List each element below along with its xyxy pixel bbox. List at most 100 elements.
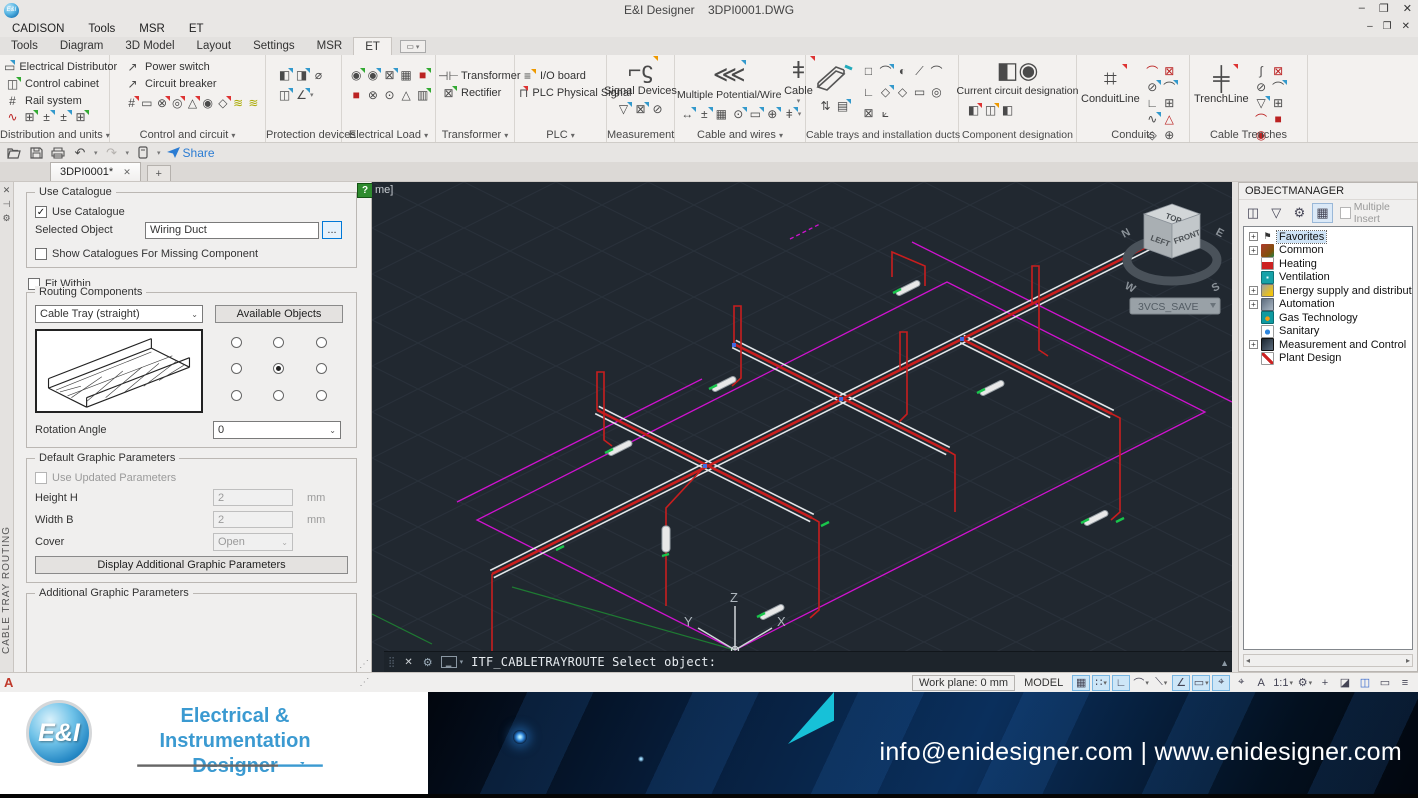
group-label[interactable]: Transformer ▾: [436, 129, 514, 141]
share-button[interactable]: Share: [167, 146, 215, 160]
antenna-icon[interactable]: [398, 87, 415, 103]
autocad-logo[interactable]: A: [4, 675, 13, 690]
filter-icon[interactable]: [1266, 203, 1286, 223]
undo-icon[interactable]: [72, 145, 88, 160]
insertion-point-mid-right[interactable]: [316, 363, 327, 374]
conduit-bend-icon[interactable]: [1144, 63, 1161, 79]
cable-gland-icon[interactable]: [764, 106, 781, 122]
terminal-icon[interactable]: [215, 95, 230, 111]
new-tab-button[interactable]: +: [147, 165, 171, 181]
print-icon[interactable]: [50, 145, 66, 160]
insertion-point-bottom-right[interactable]: [316, 390, 327, 401]
signal-devices-button[interactable]: ⌐ϛ Signal Devices: [609, 55, 672, 97]
use-catalogue-checkbox[interactable]: [35, 206, 47, 218]
tab-msr[interactable]: MSR: [306, 37, 354, 55]
grid-display-toggle[interactable]: [1072, 675, 1090, 691]
doc-minimize-button[interactable]: –: [1367, 21, 1373, 32]
undo-dropdown-icon[interactable]: ▾: [94, 149, 98, 157]
save-icon[interactable]: [28, 145, 44, 160]
polar-tracking-toggle[interactable]: ⌒▾: [1132, 675, 1150, 691]
isodraft-toggle[interactable]: ⟍▾: [1152, 675, 1170, 691]
splitter-grip[interactable]: ⋰: [359, 677, 369, 688]
current-circuit-designation-button[interactable]: ◧◉ Current circuit designation: [961, 55, 1074, 97]
drawing-viewport[interactable]: Z Y X N W S E TOP LEFT FRONT 3VC: [372, 182, 1232, 672]
tree-item-favorites[interactable]: + ⚑ Favorites: [1246, 230, 1410, 244]
command-window-icon[interactable]: ▁: [441, 656, 457, 668]
trench-pipe-icon[interactable]: [1253, 79, 1270, 95]
redo-icon[interactable]: [104, 145, 120, 160]
doc-close-button[interactable]: ✕: [1402, 21, 1410, 32]
relay-icon[interactable]: [185, 95, 200, 111]
palette-properties-icon[interactable]: ⚙: [0, 213, 13, 224]
wire-group-icon[interactable]: [246, 95, 261, 111]
group-label[interactable]: Control and circuit ▾: [110, 129, 265, 141]
command-scroll-up-icon[interactable]: ▲: [1220, 658, 1229, 668]
voltmeter-icon[interactable]: [615, 101, 632, 117]
tree-item-common[interactable]: + Common: [1246, 244, 1410, 258]
tab-diagram[interactable]: Diagram: [49, 37, 114, 55]
annotation-scale-button[interactable]: 1:1▾: [1272, 675, 1294, 691]
vcs-save-button[interactable]: 3VCS_SAVE: [1130, 298, 1220, 314]
routing-type-select[interactable]: Cable Tray (straight) ⌄: [35, 305, 203, 323]
trench-cross-icon[interactable]: [1270, 95, 1287, 111]
tab-tools[interactable]: Tools: [0, 37, 49, 55]
palette-autohide-icon[interactable]: ⊣: [0, 199, 13, 210]
sensor-icon[interactable]: [649, 101, 666, 117]
transformer-button[interactable]: ⊣⊢Transformer: [440, 67, 510, 84]
insertion-point-bottom-left[interactable]: [231, 390, 242, 401]
insertion-point-top-right[interactable]: [316, 337, 327, 348]
tree-item-sanitary[interactable]: Sanitary: [1246, 325, 1410, 339]
use-catalogue-checkbox-row[interactable]: Use Catalogue: [35, 206, 348, 218]
display-additional-parameters-button[interactable]: Display Additional Graphic Parameters: [35, 556, 348, 574]
designation-1-icon[interactable]: [965, 102, 982, 118]
tray-bend-icon[interactable]: [877, 63, 894, 79]
available-objects-button[interactable]: Available Objects: [215, 305, 343, 323]
conduit-arc-icon[interactable]: [1161, 79, 1178, 95]
work-plane-indicator[interactable]: Work plane: 0 mm: [912, 675, 1015, 691]
object-manager-header[interactable]: OBJECTMANAGER: [1239, 183, 1417, 200]
tray-straight-icon[interactable]: [860, 63, 877, 79]
group-label[interactable]: Cable and wires ▾: [675, 129, 805, 141]
trench-branch-icon[interactable]: [1253, 95, 1270, 111]
close-button[interactable]: ✕: [1403, 2, 1412, 15]
designation-2-icon[interactable]: [982, 102, 999, 118]
tray-joint-icon[interactable]: [860, 105, 877, 121]
expander-icon[interactable]: +: [1249, 300, 1258, 309]
tray-corner-icon[interactable]: [860, 84, 877, 100]
snap-mode-toggle[interactable]: ∷▾: [1092, 675, 1110, 691]
isolate-objects-button[interactable]: [1336, 675, 1354, 691]
wire-connect-icon[interactable]: [679, 106, 696, 122]
insertion-point-top-left[interactable]: [231, 337, 242, 348]
open-file-icon[interactable]: [6, 145, 22, 160]
trench-elbow-icon[interactable]: [1253, 111, 1270, 127]
electrical-distributor-button[interactable]: Electrical Distributor: [4, 58, 105, 75]
lineweight-toggle[interactable]: ⌖: [1232, 675, 1250, 691]
tree-item-measurement-and-control[interactable]: + Measurement and Control: [1246, 338, 1410, 352]
layout-view-icon[interactable]: [1243, 203, 1263, 223]
scroll-left-icon[interactable]: ◂: [1246, 656, 1250, 665]
redo-dropdown-icon[interactable]: ▾: [126, 149, 130, 157]
cable-ring-icon[interactable]: [730, 106, 747, 122]
fuse-switch-icon[interactable]: [293, 67, 310, 83]
tab-layout[interactable]: Layout: [186, 37, 243, 55]
trench-corner-icon[interactable]: [1270, 79, 1287, 95]
command-grip[interactable]: ⣿: [388, 657, 395, 668]
tab-et[interactable]: ET: [353, 37, 392, 55]
conduit-tee-icon[interactable]: [1144, 95, 1161, 111]
ribbon-display-toggle[interactable]: ▭▾: [400, 40, 426, 53]
group-label[interactable]: Electrical Load ▾: [342, 129, 435, 141]
wire-cross-icon[interactable]: [696, 106, 713, 122]
trench-end-icon[interactable]: [1270, 111, 1287, 127]
grid-view-icon[interactable]: [1312, 203, 1332, 223]
selected-object-input[interactable]: Wiring Duct: [145, 222, 319, 239]
appliance-icon[interactable]: [414, 87, 431, 103]
conduit-flex-icon[interactable]: [1144, 111, 1161, 127]
tree-item-energy-supply[interactable]: + Energy supply and distribution: [1246, 284, 1410, 298]
command-customize-icon[interactable]: ⚙: [423, 656, 433, 669]
menu-msr[interactable]: MSR: [127, 22, 177, 36]
expander-icon[interactable]: +: [1249, 232, 1258, 241]
model-space-button[interactable]: MODEL: [1017, 675, 1070, 691]
tray-level-icon[interactable]: [817, 98, 834, 114]
restore-button[interactable]: ❐: [1379, 2, 1389, 15]
tray-riser-icon[interactable]: ⟋: [911, 63, 928, 79]
